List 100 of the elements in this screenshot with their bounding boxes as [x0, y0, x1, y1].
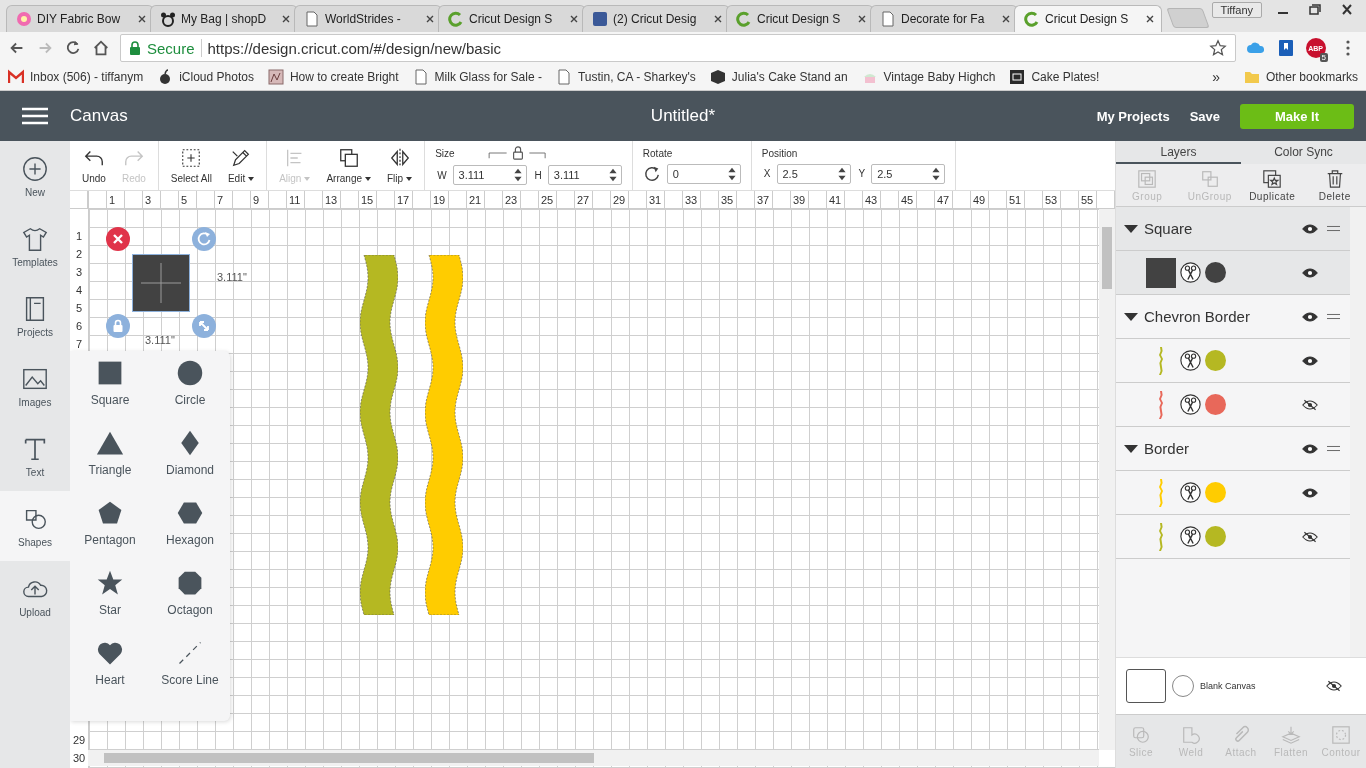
layer-group-row[interactable]: Square — [1116, 207, 1350, 251]
close-icon[interactable] — [569, 14, 579, 24]
address-field[interactable]: Secure https://design.cricut.com/#/design/new/basic — [120, 34, 1236, 62]
sidebar-item[interactable]: Text — [0, 421, 70, 491]
toolbar-button[interactable]: Flip — [381, 147, 419, 184]
eye-off-icon[interactable] — [1326, 680, 1342, 692]
eye-icon[interactable] — [1302, 222, 1318, 235]
toolbar-button[interactable]: Undo — [76, 147, 112, 184]
sidebar-item[interactable]: Upload — [0, 561, 70, 631]
expand-caret-icon[interactable] — [1124, 224, 1138, 233]
shape-option[interactable]: Octagon — [150, 569, 230, 639]
scrollbar-thumb[interactable] — [1102, 227, 1112, 289]
bookmark-link[interactable]: iCloud Photos — [157, 69, 254, 85]
vertical-scrollbar[interactable] — [1350, 207, 1366, 657]
browser-tab[interactable]: Cricut Design S — [1014, 5, 1162, 32]
color-swatch[interactable] — [1205, 262, 1226, 283]
scrollbar-thumb[interactable] — [104, 753, 594, 763]
expand-caret-icon[interactable] — [1124, 312, 1138, 321]
rotate-handle-icon[interactable] — [192, 227, 216, 251]
eye-off-icon[interactable] — [1302, 530, 1318, 543]
resize-handle-icon[interactable] — [192, 314, 216, 338]
close-icon[interactable] — [281, 14, 291, 24]
flower-icon — [16, 11, 32, 27]
eye-icon[interactable] — [1302, 354, 1318, 367]
shape-option[interactable]: Triangle — [70, 429, 150, 499]
sidebar-item[interactable]: New — [0, 141, 70, 211]
shape-option[interactable]: Pentagon — [70, 499, 150, 569]
eye-icon[interactable] — [1302, 486, 1318, 499]
close-icon[interactable] — [1145, 14, 1155, 24]
bookmark-link[interactable]: Julia's Cake Stand an — [709, 69, 848, 85]
delete-handle-icon[interactable] — [106, 227, 130, 251]
more-bookmarks-button[interactable]: » — [1212, 69, 1220, 85]
header-link[interactable]: My Projects — [1096, 108, 1170, 124]
eye-icon[interactable] — [1302, 266, 1318, 279]
drag-handle-icon[interactable] — [1327, 313, 1340, 320]
weld-icon — [1181, 725, 1201, 745]
color-swatch[interactable] — [1205, 482, 1226, 503]
layer-action-button[interactable]: Delete — [1303, 164, 1366, 206]
bookmark-link[interactable]: Inbox (506) - tiffanym — [8, 69, 144, 85]
shape-option[interactable]: Diamond — [150, 429, 230, 499]
duplicate-icon — [1262, 168, 1283, 189]
expand-caret-icon[interactable] — [1124, 444, 1138, 453]
header-link[interactable]: Save — [1189, 108, 1220, 124]
shape-option[interactable]: Star — [70, 569, 150, 639]
layer-action-button[interactable]: Duplicate — [1241, 164, 1304, 206]
drag-handle-icon[interactable] — [1327, 225, 1340, 232]
width-field[interactable]: 3.111 — [452, 165, 527, 185]
drag-handle-icon[interactable] — [1327, 445, 1340, 452]
eye-off-icon[interactable] — [1302, 398, 1318, 411]
color-swatch[interactable] — [1205, 350, 1226, 371]
close-icon[interactable] — [425, 14, 435, 24]
sidebar-item[interactable]: Shapes — [0, 491, 70, 561]
close-icon[interactable] — [713, 14, 723, 24]
sidebar-item[interactable]: Templates — [0, 211, 70, 281]
bookmark-link[interactable]: Vintage Baby Highch — [861, 69, 996, 85]
menu-icon[interactable] — [22, 107, 48, 125]
close-icon[interactable] — [137, 14, 147, 24]
y-position-field[interactable]: 2.5 — [871, 163, 946, 184]
rotation-field[interactable]: 0 — [666, 163, 741, 184]
shape-option[interactable]: Hexagon — [150, 499, 230, 569]
toolbar-button[interactable]: Arrange — [320, 147, 377, 184]
wavy-strip-shape[interactable] — [360, 255, 398, 615]
height-field[interactable]: 3.111 — [547, 165, 622, 185]
horizontal-scrollbar[interactable] — [88, 750, 1099, 766]
layer-row[interactable] — [1116, 251, 1350, 295]
shape-option[interactable]: Heart — [70, 639, 150, 709]
document-title: Untitled* — [650, 106, 716, 126]
x-position-field[interactable]: 2.5 — [776, 163, 851, 184]
bookmark-folder[interactable]: Other bookmarks — [1243, 69, 1358, 85]
sidebar-item[interactable]: Projects — [0, 281, 70, 351]
color-swatch[interactable] — [1205, 526, 1226, 547]
reload-icon[interactable] — [64, 39, 82, 57]
shape-option[interactable]: Circle — [150, 359, 230, 429]
page-icon — [555, 69, 572, 85]
bookmark-link[interactable]: Tustin, CA - Sharkey's — [555, 69, 696, 85]
close-icon[interactable] — [1001, 14, 1011, 24]
profile-button[interactable]: Tiffany — [1211, 2, 1262, 18]
sidebar-item[interactable]: Images — [0, 351, 70, 421]
bookmark-link[interactable]: How to create Bright — [267, 69, 399, 85]
blank-canvas-row[interactable]: Blank Canvas — [1116, 657, 1366, 714]
shape-option[interactable]: Square — [70, 359, 150, 429]
color-swatch[interactable] — [1205, 394, 1226, 415]
panel-tab[interactable]: Color Sync — [1241, 141, 1366, 164]
ruler-number: 21 — [468, 193, 483, 208]
eye-icon[interactable] — [1302, 310, 1318, 323]
bookmark-star-icon[interactable] — [1208, 39, 1227, 57]
bookmark-link[interactable]: Cake Plates! — [1009, 69, 1100, 85]
home-icon[interactable] — [92, 39, 110, 57]
toolbar-button[interactable]: Select All — [164, 147, 218, 184]
bookmark-link[interactable]: Milk Glass for Sale - — [412, 69, 542, 85]
shape-option[interactable]: Score Line — [150, 639, 230, 709]
field-label: Rotate — [642, 147, 674, 159]
eye-icon[interactable] — [1302, 442, 1318, 455]
lock-handle-icon[interactable] — [106, 314, 130, 338]
select-icon — [180, 147, 203, 169]
toolbar-button[interactable]: Edit — [221, 147, 261, 184]
browser-tab[interactable]: Cricut Design S — [726, 5, 874, 32]
close-icon[interactable] — [857, 14, 867, 24]
vertical-scrollbar[interactable] — [1099, 209, 1115, 750]
ruler-number: 9 — [252, 193, 261, 208]
